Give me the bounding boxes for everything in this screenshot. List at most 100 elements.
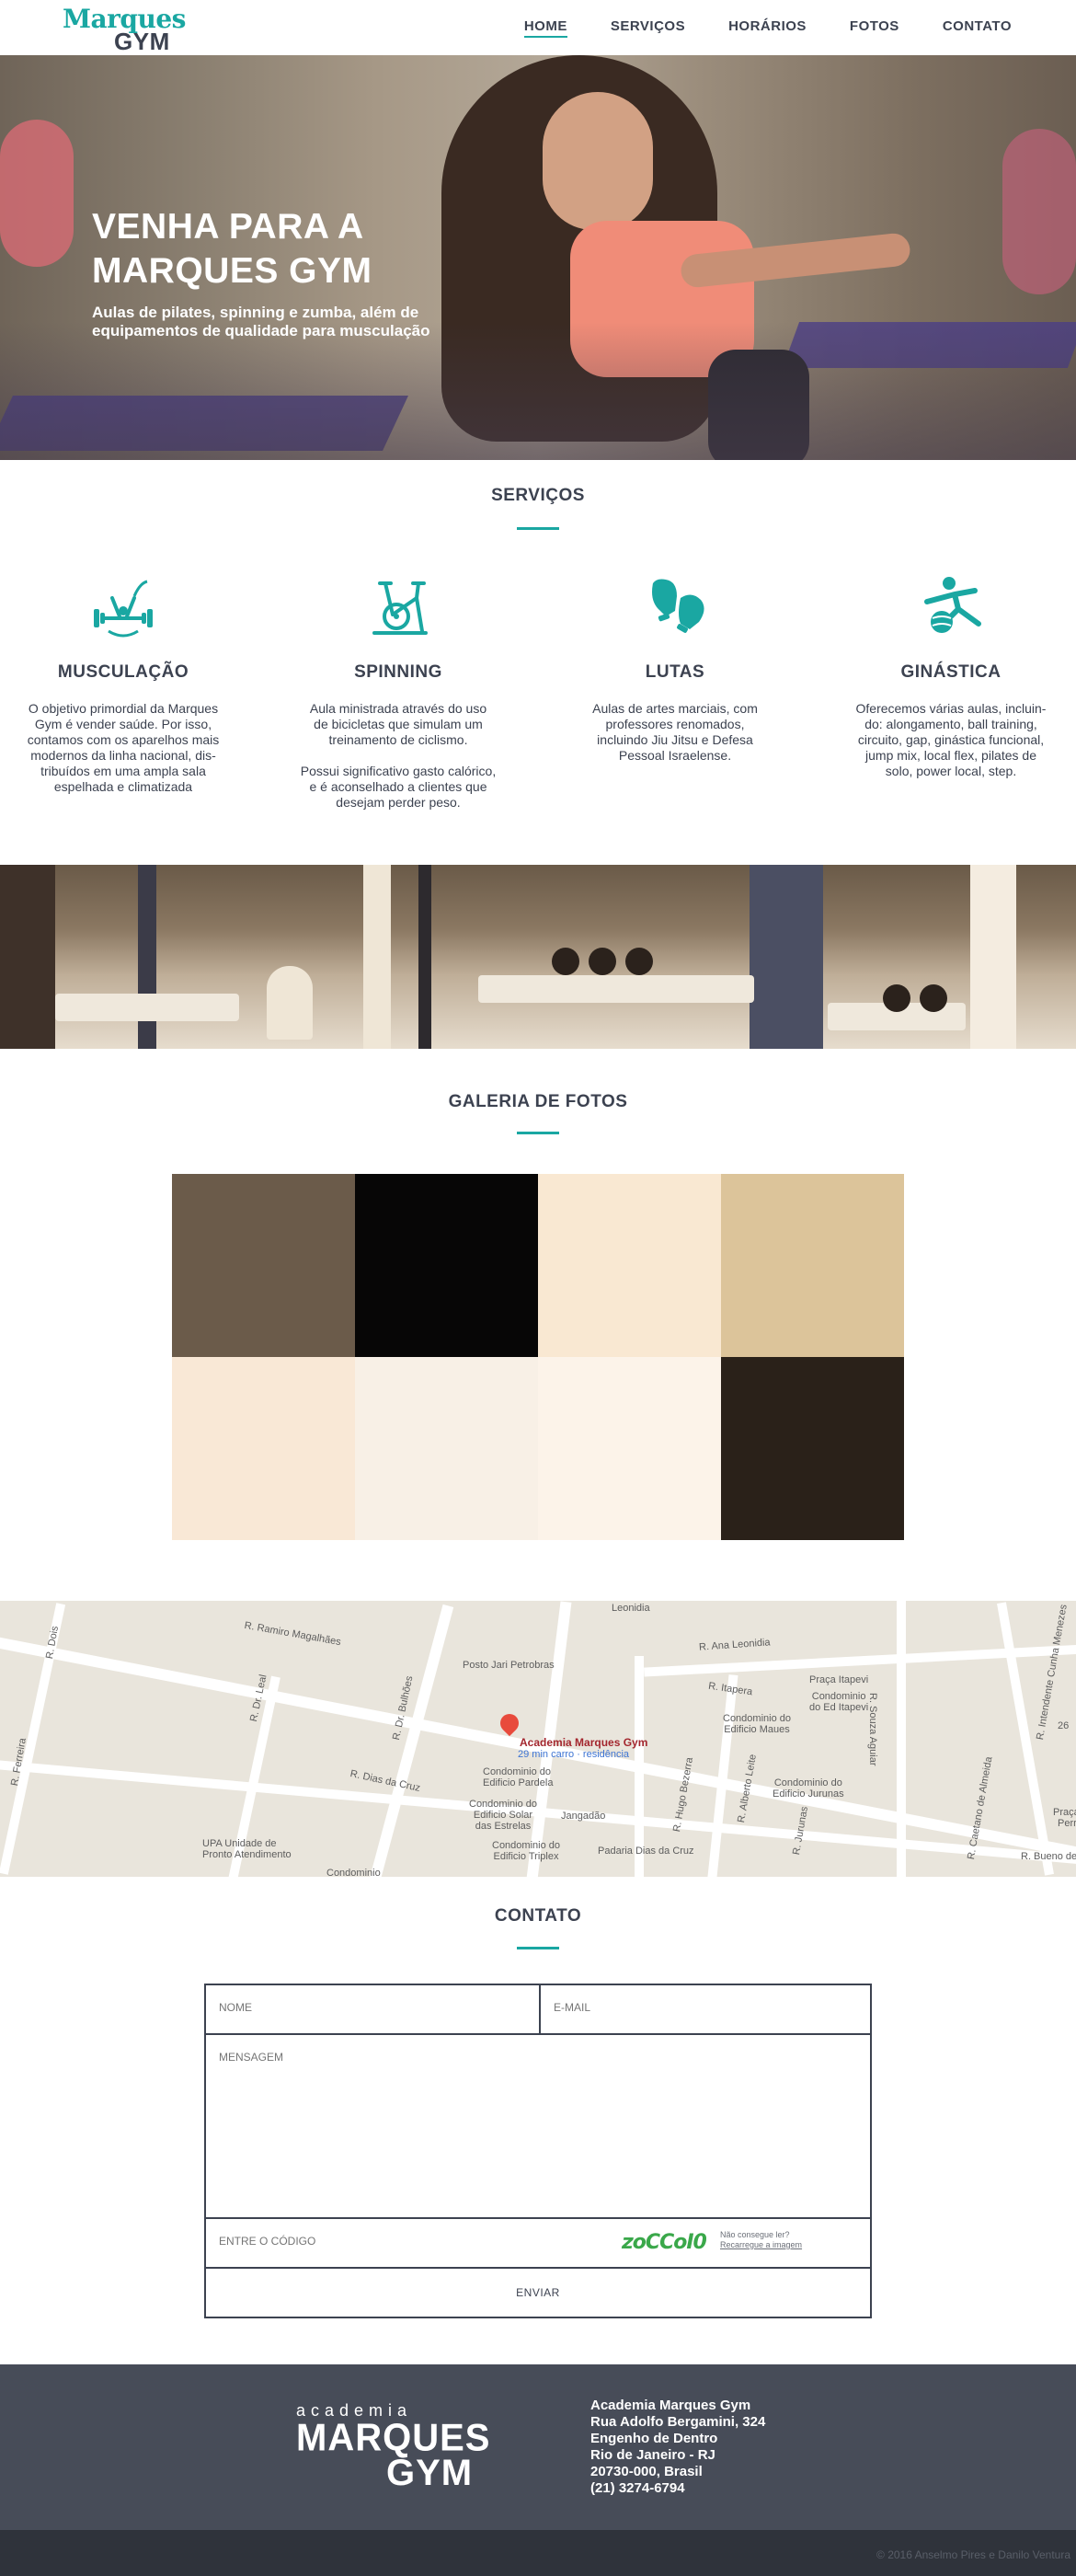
- map-road: [897, 1601, 906, 1877]
- map-label: Leonidia: [612, 1603, 650, 1614]
- brand-logo[interactable]: Marques GYM: [63, 4, 191, 55]
- message-input[interactable]: [219, 2051, 857, 2207]
- map-label: R. Caetano de Almeida: [966, 1755, 995, 1861]
- photo-pillar: [418, 865, 431, 1049]
- service-name: SPINNING: [354, 662, 442, 682]
- nav-home[interactable]: HOME: [523, 0, 567, 55]
- top-nav: Marques GYM HOME SERVIÇOS HORÁRIOS FOTOS…: [0, 0, 1076, 55]
- captcha-help: Não consegue ler? Recarregue a imagem: [720, 2230, 802, 2250]
- gallery-thumb[interactable]: [172, 1174, 355, 1357]
- hero-banner: VENHA PARA A MARQUES GYM Aulas de pilate…: [0, 55, 1076, 460]
- map-label: R. Dias da Cruz: [349, 1768, 422, 1794]
- services-title-underline: [517, 527, 559, 530]
- photo-pillar: [970, 865, 1016, 1049]
- nav-horarios[interactable]: HORÁRIOS: [728, 0, 807, 55]
- map-label: Posto Jari Petrobras: [463, 1660, 555, 1671]
- map-label: Condominio do Edificio Jurunas: [773, 1777, 844, 1800]
- map-label: Condominio do Edificio Triplex: [492, 1840, 560, 1862]
- gallery-thumb[interactable]: [172, 1357, 355, 1540]
- gallery-thumb[interactable]: [355, 1357, 538, 1540]
- nav-contato[interactable]: CONTATO: [943, 0, 1012, 55]
- gym-interior-photo: [0, 865, 1076, 1049]
- gallery-thumb[interactable]: [355, 1174, 538, 1357]
- gallery-title-underline: [517, 1132, 559, 1134]
- photo-bin: [267, 966, 313, 1040]
- service-musculacao: MUSCULAÇÃO O objetivo primordial da Marq…: [8, 570, 238, 795]
- map-label: 26: [1058, 1720, 1070, 1731]
- captcha-image: zoCCoI0: [622, 2231, 707, 2254]
- map-pin-icon[interactable]: [496, 1709, 523, 1737]
- gallery-thumb[interactable]: [538, 1174, 721, 1357]
- hero-title: VENHA PARA A MARQUES GYM: [92, 205, 552, 293]
- photo-weight: [625, 948, 653, 975]
- nav-servicos[interactable]: SERVIÇOS: [611, 0, 685, 55]
- gymnastics-ball-icon: [924, 577, 981, 633]
- map-label: Padaria Dias da Cruz: [598, 1846, 694, 1857]
- map-label: Praça Itapevi: [809, 1674, 869, 1685]
- photo-pillar: [363, 865, 391, 1049]
- photo-bench: [55, 994, 239, 1021]
- gallery-thumb[interactable]: [538, 1357, 721, 1540]
- photo-weight: [589, 948, 616, 975]
- name-input[interactable]: [219, 2001, 526, 2014]
- footer-logo: academia MARQUES GYM: [296, 2401, 498, 2493]
- photo-gallery: [172, 1174, 904, 1540]
- service-text: O objetivo primordial da Marques Gym é v…: [27, 701, 220, 794]
- map-label: Condominio: [326, 1868, 381, 1877]
- map-label: R. Ramiro Magalhães: [243, 1619, 342, 1649]
- message-field[interactable]: [204, 2033, 872, 2219]
- map-label: Condominio do Edificio Solar das Estrela…: [469, 1799, 537, 1832]
- service-name: MUSCULAÇÃO: [57, 662, 189, 682]
- map-label: Condominio do Ed Itapevi: [809, 1691, 869, 1713]
- captcha-input[interactable]: [219, 2235, 587, 2248]
- service-lutas: LUTAS Aulas de artes marciais, com profe…: [560, 570, 790, 764]
- hero-subtitle-line1: Aulas de pilates, spinning e zumba, além…: [92, 304, 419, 321]
- map-label: R. Souza Aguiar: [867, 1693, 878, 1766]
- email-field[interactable]: [539, 1984, 872, 2035]
- hero-subtitle: Aulas de pilates, spinning e zumba, além…: [92, 304, 478, 340]
- address-line: Engenho de Dentro: [590, 2431, 718, 2446]
- hero-subtitle-line2: equipamentos de qualidade para musculaçã…: [92, 322, 430, 339]
- gallery-title: GALERIA DE FOTOS: [448, 1092, 628, 1111]
- name-field[interactable]: [204, 1984, 541, 2035]
- address-line: Academia Marques Gym: [590, 2398, 751, 2413]
- map-place-name[interactable]: Academia Marques Gym: [520, 1736, 647, 1749]
- photo-pillar: [138, 865, 156, 1049]
- hero-woman-face: [543, 92, 653, 230]
- logo-gym: GYM: [114, 28, 170, 55]
- nav-fotos[interactable]: FOTOS: [850, 0, 899, 55]
- stationary-bike-icon: [372, 581, 428, 635]
- location-map[interactable]: R. Ramiro Magalhães Posto Jari Petrobras…: [0, 1601, 1076, 1877]
- captcha-reload-link[interactable]: Recarregue a imagem: [720, 2240, 802, 2249]
- captcha-help-text: Não consegue ler?: [720, 2230, 790, 2239]
- gallery-thumb[interactable]: [721, 1357, 904, 1540]
- service-spinning: SPINNING Aula ministrada através do uso …: [283, 570, 513, 811]
- gallery-thumb[interactable]: [721, 1174, 904, 1357]
- hero-title-line1: VENHA PARA A: [92, 207, 364, 247]
- footer-address: Academia Marques Gym Rua Adolfo Bergamin…: [590, 2398, 765, 2497]
- copyright-text: © 2016 Anselmo Pires e Danilo Ventura: [876, 2548, 1070, 2561]
- contact-title-underline: [517, 1947, 559, 1949]
- services-title: SERVIÇOS: [491, 486, 585, 505]
- copyright-bar: © 2016 Anselmo Pires e Danilo Ventura: [0, 2530, 1076, 2576]
- main-menu: HOME SERVIÇOS HORÁRIOS FOTOS CONTATO: [481, 0, 1012, 55]
- photo-weight: [552, 948, 579, 975]
- map-place-route[interactable]: 29 min carro · residência: [518, 1749, 629, 1760]
- map-label: R. Bueno de: [1021, 1851, 1076, 1862]
- hero-bg-person: [1002, 129, 1076, 294]
- map-road: [366, 1604, 454, 1877]
- map-label: Praça: [1053, 1807, 1076, 1818]
- map-road: [635, 1656, 644, 1877]
- service-text: Aulas de artes marciais, com professores…: [592, 701, 758, 763]
- photo-pillar: [750, 865, 823, 1049]
- send-button[interactable]: ENVIAR: [204, 2267, 872, 2318]
- map-label: Condominio do Edificio Maues: [723, 1713, 791, 1735]
- map-label: UPA Unidade de Pronto Atendimento: [202, 1838, 292, 1860]
- map-label: Condominio do Edificio Pardela: [483, 1766, 554, 1788]
- email-input[interactable]: [554, 2001, 857, 2014]
- map-label: Jangadão: [561, 1811, 606, 1822]
- address-line: Rua Adolfo Bergamini, 324: [590, 2414, 766, 2430]
- photo-weight: [920, 984, 947, 1012]
- service-name: LUTAS: [645, 662, 705, 682]
- address-phone[interactable]: (21) 3274-6794: [590, 2480, 765, 2497]
